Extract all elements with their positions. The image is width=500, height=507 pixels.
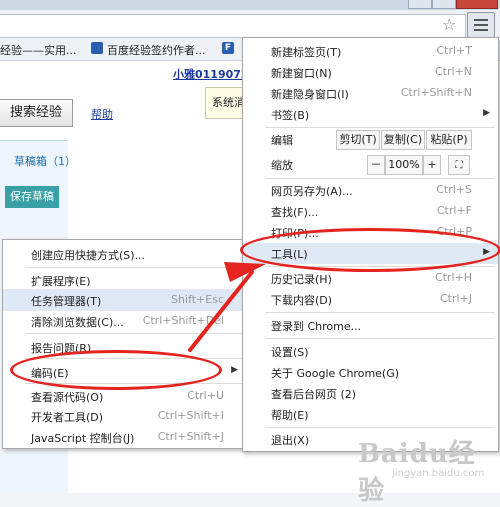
baidu-watermark-url: jingyan.baidu.com	[392, 468, 485, 479]
annotation-arrow	[188, 262, 266, 352]
